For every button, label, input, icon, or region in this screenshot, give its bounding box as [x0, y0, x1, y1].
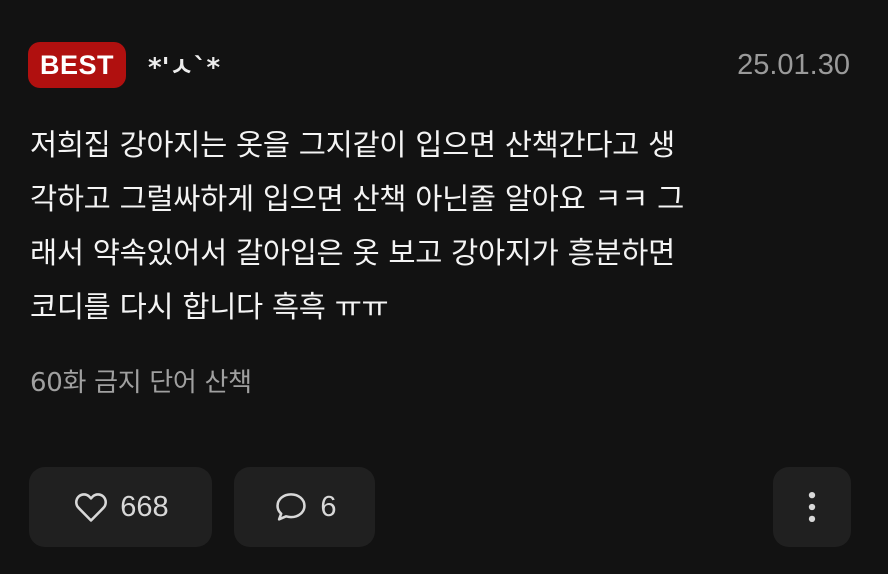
- more-options-button[interactable]: [773, 467, 851, 547]
- vertical-dots-icon: [793, 488, 831, 526]
- speech-bubble-icon: [272, 488, 310, 526]
- episode-tag[interactable]: 60화 금지 단어 산책: [30, 362, 252, 399]
- like-count: 668: [120, 490, 169, 523]
- comment-actions: 668 6: [29, 467, 851, 547]
- comment-date: 25.01.30: [737, 48, 850, 81]
- comment-body: 저희집 강아지는 옷을 그지같이 입으면 산책간다고 생 각하고 그럴싸하게 입…: [30, 118, 860, 334]
- comment-card: BEST *'ㅅ`* 25.01.30 저희집 강아지는 옷을 그지같이 입으면…: [0, 0, 888, 574]
- author-name[interactable]: *'ㅅ`*: [148, 47, 220, 84]
- comment-line: 코디를 다시 합니다 흑흑 ㅠㅠ: [30, 290, 389, 324]
- reply-count: 6: [320, 490, 337, 523]
- comment-line: 각하고 그럴싸하게 입으면 산책 아닌줄 알아요 ㅋㅋ 그: [30, 182, 685, 216]
- comment-line: 저희집 강아지는 옷을 그지같이 입으면 산책간다고 생: [30, 128, 675, 162]
- like-button[interactable]: 668: [29, 467, 212, 547]
- comment-line: 래서 약속있어서 갈아입은 옷 보고 강아지가 흥분하면: [30, 236, 675, 270]
- comment-header: BEST *'ㅅ`* 25.01.30: [28, 42, 850, 88]
- reply-button[interactable]: 6: [234, 467, 375, 547]
- best-badge: BEST: [28, 42, 127, 88]
- heart-outline-icon: [72, 488, 110, 526]
